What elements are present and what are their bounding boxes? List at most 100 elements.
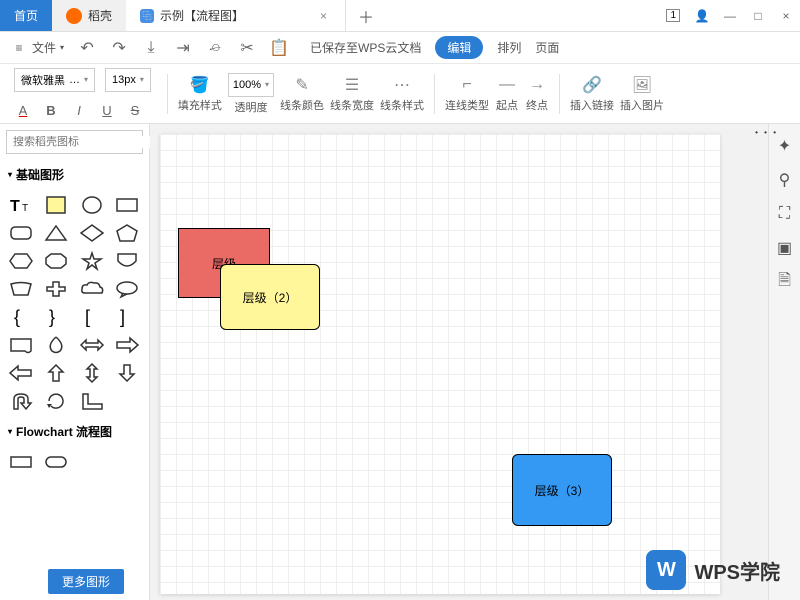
underline-button[interactable]: U xyxy=(98,102,116,120)
shape-fc-roundrect[interactable] xyxy=(41,450,71,474)
tab-document[interactable]: ⿻ 示例【流程图】 × xyxy=(126,0,346,31)
line-width-label: 线条宽度 xyxy=(330,97,374,113)
shape-star[interactable] xyxy=(77,249,107,273)
connector-type-group[interactable]: ⌐连线类型 xyxy=(445,75,489,113)
window-count-badge[interactable]: 1 xyxy=(666,9,680,22)
shape-text[interactable]: TT xyxy=(6,193,36,217)
save-status: 已保存至WPS云文档 xyxy=(310,39,421,56)
undo-button[interactable]: ↶ xyxy=(78,39,96,57)
hamburger-menu[interactable]: ≡文件 ▾ xyxy=(10,39,64,57)
shape-arrow-right[interactable] xyxy=(112,333,142,357)
paste-button[interactable]: 📋 xyxy=(270,39,288,57)
watermark-text: WPS学院 xyxy=(694,556,780,585)
italic-button[interactable]: I xyxy=(70,102,88,120)
shape-refresh[interactable] xyxy=(41,389,71,413)
shape-roundrect[interactable] xyxy=(6,221,36,245)
shape-arrow-ud[interactable] xyxy=(77,361,107,385)
category-basic-shapes[interactable]: 基础图形 xyxy=(0,160,149,189)
tab-daoker[interactable]: 稻壳 xyxy=(52,0,126,31)
compass-icon[interactable]: ✦ xyxy=(775,136,795,156)
shape-arrow-lr[interactable] xyxy=(77,333,107,357)
font-name-select[interactable]: 微软雅黑…▾ xyxy=(14,68,95,92)
shape-pentagon[interactable] xyxy=(112,221,142,245)
svg-text:}: } xyxy=(49,307,55,327)
line-start-icon: — xyxy=(495,75,519,95)
layers-icon[interactable]: ▣ xyxy=(775,238,795,258)
redo-button[interactable]: ↷ xyxy=(110,39,128,57)
shape-diamond[interactable] xyxy=(77,221,107,245)
tab-home[interactable]: 首页 xyxy=(0,0,52,31)
shape-card[interactable] xyxy=(6,333,36,357)
toolbar-handle[interactable]: • • • xyxy=(755,128,778,137)
right-toolbar: ✦ ⚲ ⛶ ▣ 🗎 xyxy=(768,124,800,600)
shape-arrow-down[interactable] xyxy=(112,361,142,385)
end-point-group[interactable]: →终点 xyxy=(525,75,549,113)
insert-image-group[interactable]: 🖼插入图片 xyxy=(620,75,664,113)
cut-button[interactable]: ✂ xyxy=(238,39,256,57)
pin-icon[interactable]: ⚲ xyxy=(775,170,795,190)
edit-mode-pill[interactable]: 编辑 xyxy=(435,36,483,59)
shape-note[interactable] xyxy=(41,193,71,217)
crop-icon[interactable]: ⛶ xyxy=(775,204,795,224)
window-maximize[interactable]: □ xyxy=(744,0,772,32)
menu-arrange[interactable]: 排列 xyxy=(497,39,521,56)
canvas-shape-3[interactable]: 层级（3） xyxy=(512,454,612,526)
font-size-select[interactable]: 13px▾ xyxy=(105,68,151,92)
menu-page[interactable]: 页面 xyxy=(535,39,559,56)
user-icon[interactable]: 👤 xyxy=(688,0,716,32)
shape-arrow-up[interactable] xyxy=(41,361,71,385)
shape-brace-right[interactable]: } xyxy=(41,305,71,329)
shape-corner[interactable] xyxy=(77,389,107,413)
shape-hexagon[interactable] xyxy=(6,249,36,273)
svg-text:[: [ xyxy=(85,307,90,327)
shape-brace-left[interactable]: { xyxy=(6,305,36,329)
tab-home-label: 首页 xyxy=(14,7,38,24)
strikethrough-button[interactable]: S xyxy=(126,102,144,120)
opacity-group[interactable]: 100%▾透明度 xyxy=(228,73,274,115)
line-color-group[interactable]: ✎线条颜色 xyxy=(280,75,324,113)
pencil-icon: ✎ xyxy=(290,75,314,95)
hamburger-icon: ≡ xyxy=(10,39,28,57)
shape-arrow-left[interactable] xyxy=(6,361,36,385)
export-button[interactable]: ⇥ xyxy=(174,39,192,57)
canvas-shape-2[interactable]: 层级（2） xyxy=(220,264,320,330)
line-style-group[interactable]: ⋯线条样式 xyxy=(380,75,424,113)
shape-octagon[interactable] xyxy=(41,249,71,273)
shape-uturn[interactable] xyxy=(6,389,36,413)
page-icon[interactable]: 🗎 xyxy=(775,272,795,292)
tab-add-button[interactable]: ＋ xyxy=(346,0,386,31)
opacity-value: 100% xyxy=(233,79,261,91)
start-point-group[interactable]: —起点 xyxy=(495,75,519,113)
shape-callout[interactable] xyxy=(112,277,142,301)
window-close[interactable]: × xyxy=(772,0,800,32)
shape-fc-rect[interactable] xyxy=(6,450,36,474)
shape-circle[interactable] xyxy=(77,193,107,217)
shape-bracket-left[interactable]: [ xyxy=(77,305,107,329)
format-painter-button[interactable]: ⌮ xyxy=(206,39,224,57)
insert-image-label: 插入图片 xyxy=(620,97,664,113)
window-minimize[interactable]: — xyxy=(716,0,744,32)
svg-text:T: T xyxy=(10,198,20,215)
shape-trapezoid[interactable] xyxy=(6,277,36,301)
bold-button[interactable]: B xyxy=(42,102,60,120)
canvas[interactable]: 层级 层级（2） 层级（3） xyxy=(160,134,720,594)
watermark: W WPS学院 xyxy=(646,550,780,590)
more-shapes-button[interactable]: 更多图形 xyxy=(48,569,124,594)
download-button[interactable]: ⤓ xyxy=(142,39,160,57)
search-input[interactable] xyxy=(13,136,155,148)
shape-shield[interactable] xyxy=(112,249,142,273)
font-color-button[interactable]: A xyxy=(14,102,32,120)
tab-close-button[interactable]: × xyxy=(316,9,331,23)
shape-cloud[interactable] xyxy=(77,277,107,301)
insert-link-group[interactable]: 🔗插入链接 xyxy=(570,75,614,113)
category-flowchart[interactable]: Flowchart 流程图 xyxy=(0,417,149,446)
line-width-group[interactable]: ☰线条宽度 xyxy=(330,75,374,113)
flowchart-grid xyxy=(0,446,149,478)
shape-plus[interactable] xyxy=(41,277,71,301)
fill-style-group[interactable]: 🪣填充样式 xyxy=(178,75,222,113)
shape-drop[interactable] xyxy=(41,333,71,357)
shape-rect[interactable] xyxy=(112,193,142,217)
flowchart-doc-icon: ⿻ xyxy=(140,9,154,23)
shape-triangle[interactable] xyxy=(41,221,71,245)
shape-bracket-right[interactable]: ] xyxy=(112,305,142,329)
